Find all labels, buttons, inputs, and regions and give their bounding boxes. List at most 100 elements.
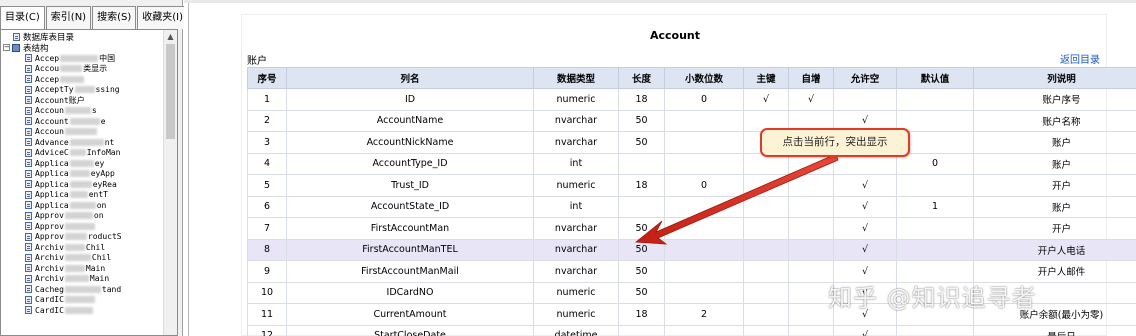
- table-cell: 10: [247, 281, 287, 304]
- table-cell: √: [788, 88, 834, 111]
- tree-table-item[interactable]: CardIC: [1, 295, 161, 306]
- table-row[interactable]: 5 Trust_ID numeric 18 0 √ 开户: [247, 174, 1136, 197]
- tree-table-item[interactable]: Archiv Chil: [1, 242, 161, 253]
- back-to-catalog-link[interactable]: 返回目录: [1060, 51, 1100, 66]
- tree-table-item[interactable]: Account 账户: [1, 95, 161, 106]
- tree-table-item[interactable]: Accoun: [1, 127, 161, 138]
- table-cell: 6: [247, 195, 287, 218]
- tree-item-prefix: Approv: [35, 211, 64, 221]
- table-cell: 开户: [973, 217, 1136, 240]
- tree-item-suffix: Main: [85, 263, 106, 273]
- table-cell: 50: [618, 109, 665, 132]
- table-cell: [788, 195, 834, 218]
- tree-item-prefix: Accoun: [35, 127, 64, 137]
- tree-item-prefix: AcceptTy: [35, 85, 74, 95]
- collapse-icon[interactable]: −: [3, 44, 10, 52]
- table-cell: 1: [896, 195, 974, 218]
- table-row[interactable]: 3AccountNickNamenvarchar50√账户: [247, 131, 1136, 154]
- tree-item-prefix: CardIC: [35, 295, 64, 305]
- table-cell: √: [833, 195, 897, 218]
- scroll-up-icon[interactable]: ▲: [164, 30, 177, 43]
- table-cell: FirstAccountMan: [286, 217, 534, 240]
- table-cell: 50: [618, 238, 665, 261]
- table-cell: [788, 281, 834, 304]
- table-row[interactable]: 1 ID numeric 18 0 √ √ 账户序号: [247, 88, 1136, 111]
- tab-contents[interactable]: 目录(C): [0, 6, 45, 30]
- tree-table-item[interactable]: Archiv Main: [1, 263, 161, 274]
- tree-item-prefix: Applica: [35, 158, 69, 168]
- table-cell: [896, 109, 974, 132]
- tree-table-item[interactable]: Archiv Main: [1, 274, 161, 285]
- tree-table-item[interactable]: Applica ey: [1, 158, 161, 169]
- document-icon: [25, 138, 32, 147]
- table-row[interactable]: 6 AccountState_ID int √ 1 账户: [247, 195, 1136, 218]
- tree-scrollbar[interactable]: ▲: [163, 30, 177, 335]
- table-cell: 账户: [973, 195, 1136, 218]
- table-row-highlighted[interactable]: 8 FirstAccountManTEL nvarchar 50 √ 开户人电话: [247, 238, 1136, 261]
- table-row[interactable]: 12StartCloseDatedatetime √ 最后日: [247, 324, 1136, 336]
- scroll-thumb[interactable]: [166, 44, 175, 139]
- tree-table-item[interactable]: Approv roductS: [1, 232, 161, 243]
- tree-item-suffix: on: [93, 211, 104, 221]
- tree-table-item[interactable]: Applica entT: [1, 190, 161, 201]
- document-icon: [25, 295, 32, 304]
- redacted-text: [69, 180, 92, 188]
- redacted-text: [64, 254, 91, 262]
- column-header: 序号: [247, 67, 287, 89]
- column-header: 自增: [788, 67, 834, 89]
- tree-table-item[interactable]: Accou 类显示: [1, 64, 161, 75]
- table-row[interactable]: 2 AccountName nvarchar 50 √ 账户名称: [247, 109, 1136, 132]
- contents-tree: 数据库表目录 − 表结构 Accep 中国 Accou 类显示 Accep AcceptTy ss…: [1, 32, 161, 316]
- tree-item-prefix: Accep: [35, 74, 60, 84]
- document-icon: [25, 169, 32, 178]
- table-cell: [743, 324, 789, 336]
- tree-table-item[interactable]: Applica eyApp: [1, 169, 161, 180]
- tree-item-prefix: Archiv: [35, 263, 64, 273]
- column-header: 小数位数: [664, 67, 744, 89]
- tree-table-item[interactable]: AcceptTy ssing: [1, 85, 161, 96]
- tab-search[interactable]: 搜索(S): [92, 6, 137, 29]
- table-cell: FirstAccountManMail: [286, 260, 534, 283]
- table-row[interactable]: 4 AccountType_ID int 0 账户: [247, 152, 1136, 175]
- tab-favorites[interactable]: 收藏夹(I): [137, 6, 189, 29]
- table-cell: [788, 217, 834, 240]
- table-cell: 开户: [973, 174, 1136, 197]
- tree-item-suffix: on: [96, 200, 107, 210]
- table-cell: int: [533, 152, 619, 175]
- document-icon: [25, 253, 32, 262]
- document-icon: [25, 159, 32, 168]
- table-cell: 2: [247, 109, 287, 132]
- redacted-text: [69, 170, 90, 178]
- tree-table-item[interactable]: CardIC: [1, 305, 161, 316]
- tree-table-item[interactable]: Applica on: [1, 200, 161, 211]
- tree-table-item[interactable]: Approv on: [1, 211, 161, 222]
- tree-table-item[interactable]: Account e: [1, 116, 161, 127]
- tree-table-item[interactable]: Cacheg tand: [1, 284, 161, 295]
- table-cell: 0: [664, 174, 744, 197]
- table-row[interactable]: 7 FirstAccountMan nvarchar 50 √ 开户: [247, 217, 1136, 240]
- table-cell: [664, 238, 744, 261]
- tab-index[interactable]: 索引(N): [45, 6, 92, 29]
- tree-table-item[interactable]: Accoun s: [1, 106, 161, 117]
- tree-table-item[interactable]: Archiv Chil: [1, 253, 161, 264]
- tree-item-prefix: Accou: [35, 64, 60, 74]
- table-cell: [743, 174, 789, 197]
- tree-table-item[interactable]: Approv: [1, 221, 161, 232]
- tree-table-item[interactable]: Advance nt: [1, 137, 161, 148]
- table-cell: StartCloseDate: [286, 324, 534, 336]
- tree-table-item[interactable]: Accep 中国: [1, 53, 161, 64]
- table-cell: [743, 217, 789, 240]
- redacted-text: [69, 138, 104, 146]
- tree-table-item[interactable]: AdviceC InfoMan: [1, 148, 161, 159]
- document-icon: [25, 54, 32, 63]
- tree-table-item[interactable]: Applica eyRea: [1, 179, 161, 190]
- document-icon: [25, 222, 32, 231]
- tree-item-prefix: Applica: [35, 179, 69, 189]
- tree-item-suffix: eyRea: [92, 179, 117, 189]
- document-icon: [25, 180, 32, 189]
- tree-table-item[interactable]: Accep: [1, 74, 161, 85]
- content-divider: [188, 3, 189, 336]
- redacted-text: [69, 117, 100, 125]
- table-cell: [788, 324, 834, 336]
- tree-folder-item[interactable]: − 表结构: [1, 43, 161, 54]
